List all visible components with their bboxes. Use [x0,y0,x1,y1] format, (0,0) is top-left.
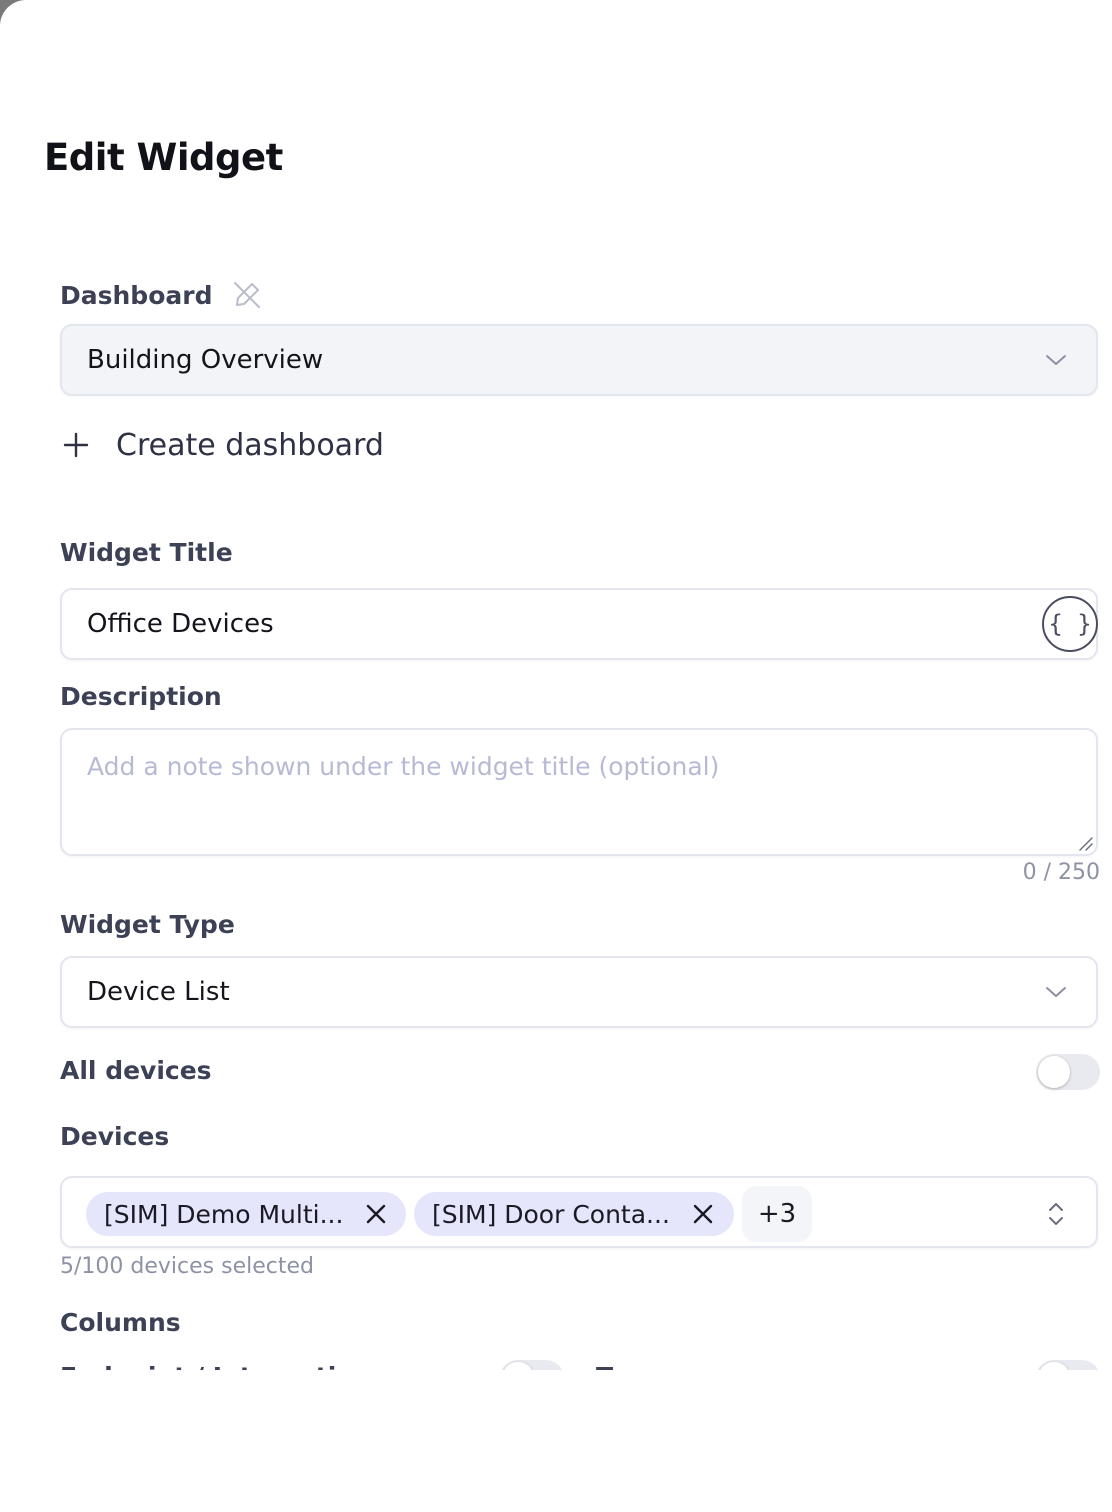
dashboard-label: Dashboard [60,280,213,310]
widget-type-value: Device List [87,977,230,1007]
widget-title-label: Widget Title [60,538,233,567]
device-chip-label: [SIM] Door Conta... [432,1199,670,1229]
widget-title-input[interactable]: Office Devices { } [60,588,1098,660]
toggle-knob [502,1362,534,1370]
toggle-knob [1038,1362,1070,1370]
dashboard-select-value: Building Overview [87,345,324,375]
devices-label: Devices [60,1122,170,1151]
edit-off-icon[interactable] [232,280,262,310]
column-option-label: Endpoint / Integration [60,1362,371,1370]
dashboard-label-row: Dashboard [60,280,262,310]
devices-multiselect[interactable]: [SIM] Demo Multi... [SIM] Door Conta... … [60,1176,1098,1248]
description-textarea[interactable]: Add a note shown under the widget title … [60,728,1098,856]
chevron-up-down-icon [1049,1203,1063,1225]
plus-icon [63,432,89,458]
device-chip: [SIM] Door Conta... [414,1192,734,1236]
column-toggle[interactable] [1036,1360,1100,1370]
description-label: Description [60,682,222,711]
description-placeholder: Add a note shown under the widget title … [87,752,720,781]
create-dashboard-button[interactable]: Create dashboard [60,420,384,470]
dialog-title: Edit Widget [44,136,283,179]
toggle-knob [1038,1056,1070,1088]
chevron-down-icon [1046,355,1066,365]
widget-type-label: Widget Type [60,910,235,939]
devices-selected-count: 5/100 devices selected [60,1254,314,1279]
edit-widget-panel: Edit Widget Dashboard Building Overview … [0,0,1112,1512]
chevron-down-icon [1046,987,1066,997]
close-icon[interactable] [692,1203,714,1225]
all-devices-label: All devices [60,1056,212,1085]
columns-label: Columns [60,1308,181,1337]
more-devices-badge[interactable]: +3 [742,1186,812,1242]
column-toggle[interactable] [500,1360,564,1370]
column-option-label: Type [596,1362,661,1370]
widget-title-value: Office Devices [87,609,274,639]
description-char-counter: 0 / 250 [1022,860,1100,885]
device-chip-label: [SIM] Demo Multi... [104,1199,344,1229]
all-devices-toggle[interactable] [1036,1054,1100,1090]
close-icon[interactable] [365,1203,387,1225]
create-dashboard-label: Create dashboard [116,427,384,463]
insert-variable-button[interactable]: { } [1042,596,1098,652]
columns-list-clipped: Endpoint / Integration Type [0,1356,1112,1370]
device-chip: [SIM] Demo Multi... [86,1192,406,1236]
dashboard-select[interactable]: Building Overview [60,324,1098,396]
resize-handle-icon[interactable] [1078,836,1094,852]
widget-type-select[interactable]: Device List [60,956,1098,1028]
